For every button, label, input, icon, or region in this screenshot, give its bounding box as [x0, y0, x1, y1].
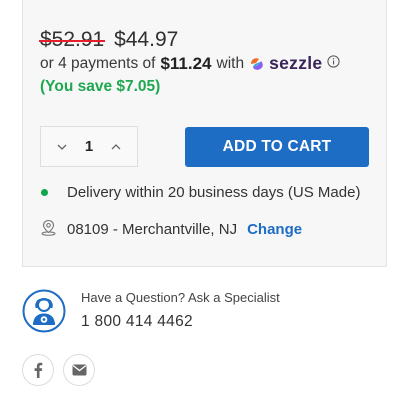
delivery-text: Delivery within 20 business days (US Mad… — [67, 184, 361, 201]
status-dot-icon — [41, 189, 48, 196]
installment-with: with — [216, 54, 245, 72]
quantity-stepper — [40, 126, 138, 167]
price-row: $52.91 $44.97 — [40, 28, 178, 52]
sezzle-mark-icon — [251, 57, 263, 70]
savings-text: (You save $7.05) — [40, 78, 161, 95]
delivery-info: Delivery within 20 business days (US Mad… — [40, 184, 360, 201]
specialist-contact: Have a Question? Ask a Specialist 1 800 … — [22, 289, 280, 333]
map-pin-icon — [40, 219, 57, 240]
sezzle-wordmark: sezzle — [269, 53, 323, 73]
change-location-link[interactable]: Change — [247, 221, 302, 238]
facebook-icon[interactable] — [22, 354, 54, 386]
specialist-avatar-icon — [22, 289, 66, 333]
info-icon[interactable] — [327, 54, 341, 73]
sale-price: $44.97 — [114, 28, 179, 51]
sezzle-logo[interactable]: sezzle — [249, 53, 322, 74]
installment-amount: $11.24 — [160, 53, 212, 73]
specialist-text: Have a Question? Ask a Specialist 1 800 … — [81, 289, 280, 331]
specialist-phone-link[interactable]: 1 800 414 4462 — [81, 313, 280, 331]
social-share — [22, 354, 104, 386]
installment-row: or 4 payments of $11.24 with sezzle — [40, 53, 341, 74]
specialist-question: Have a Question? Ask a Specialist — [81, 290, 280, 305]
installment-prefix: or 4 payments of — [40, 54, 156, 72]
quantity-input[interactable] — [77, 138, 101, 155]
original-price: $52.91 — [40, 28, 105, 51]
chevron-up-icon[interactable] — [109, 140, 123, 154]
location-text: 08109 - Merchantville, NJ — [67, 221, 238, 238]
chevron-down-icon[interactable] — [55, 140, 69, 154]
product-purchase-panel: $52.91 $44.97 or 4 payments of $11.24 wi… — [22, 0, 387, 267]
location-row: 08109 - Merchantville, NJ Change — [40, 219, 302, 240]
add-to-cart-button[interactable]: ADD TO CART — [185, 127, 369, 167]
mail-icon[interactable] — [63, 354, 95, 386]
